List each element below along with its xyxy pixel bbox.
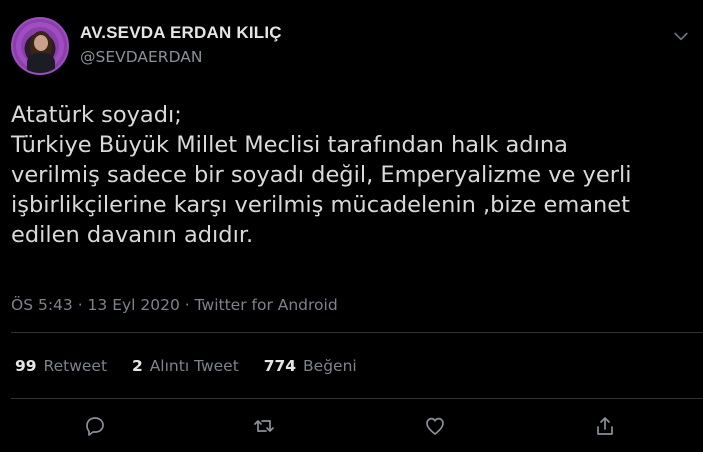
- tweet-text-line: Atatürk soyadı;: [11, 102, 182, 128]
- tweet-text-line: verilmiş sadece bir soyadı değil, Empery…: [11, 162, 632, 188]
- divider: [11, 398, 703, 399]
- retweet-count-label: Retweet: [43, 357, 108, 375]
- tweet-text-line: işbirlikçilerine karşı verilmiş mücadele…: [11, 192, 630, 218]
- avatar[interactable]: [11, 17, 69, 75]
- like-count-number: 774: [263, 357, 297, 375]
- share-icon: [597, 417, 613, 435]
- chevron-down-icon[interactable]: [671, 26, 691, 46]
- retweet-button[interactable]: [251, 413, 277, 439]
- retweet-icon: [254, 420, 274, 432]
- quote-count-number: 2: [131, 357, 143, 375]
- tweet-text-line: Türkiye Büyük Millet Meclisi tarafından …: [11, 132, 568, 158]
- share-button[interactable]: [592, 413, 618, 439]
- tweet-card: AV.SEVDA ERDAN KILIÇ @SEVDAERDAN Atatürk…: [0, 0, 703, 452]
- author-display-name[interactable]: AV.SEVDA ERDAN KILIÇ: [80, 23, 282, 43]
- reply-icon: [86, 417, 104, 436]
- avatar-face: [34, 35, 48, 51]
- tweet-timestamp[interactable]: ÖS 5:43 · 13 Eyl 2020 · Twitter for Andr…: [11, 296, 338, 314]
- reply-button[interactable]: [82, 413, 108, 439]
- retweet-count[interactable]: 99 Retweet: [15, 357, 107, 375]
- tweet-stats: 99 Retweet 2 Alıntı Tweet 774 Beğeni: [15, 357, 377, 375]
- author-handle[interactable]: @SEVDAERDAN: [80, 48, 202, 66]
- retweet-count-number: 99: [15, 357, 37, 375]
- quote-count[interactable]: 2 Alıntı Tweet: [132, 357, 239, 375]
- like-count[interactable]: 774 Beğeni: [264, 357, 357, 375]
- tweet-text-line: edilen davanın adıdır.: [11, 222, 254, 248]
- heart-icon: [426, 417, 444, 435]
- quote-count-label: Alıntı Tweet: [149, 357, 239, 375]
- like-count-label: Beğeni: [303, 357, 357, 375]
- avatar-body: [27, 53, 55, 73]
- like-button[interactable]: [422, 413, 448, 439]
- divider: [11, 332, 703, 333]
- tweet-text: Atatürk soyadı; Türkiye Büyük Millet Mec…: [11, 100, 691, 250]
